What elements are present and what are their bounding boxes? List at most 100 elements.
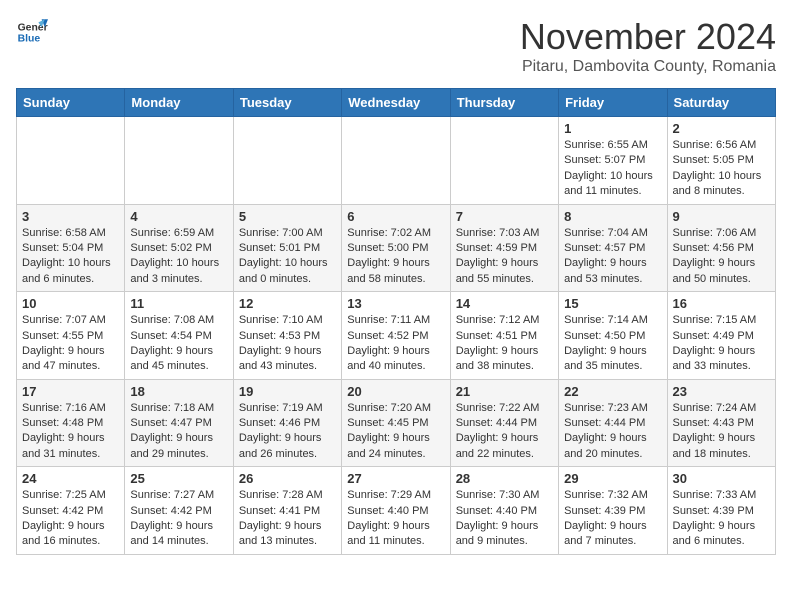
calendar-cell: 26Sunrise: 7:28 AMSunset: 4:41 PMDayligh… (233, 467, 341, 555)
calendar-cell: 7 Sunrise: 7:03 AMSunset: 4:59 PMDaylight… (450, 204, 558, 292)
day-header-monday: Monday (125, 89, 233, 117)
day-info: Sunrise: 7:19 AM (239, 401, 336, 416)
day-number: 5 (239, 209, 336, 224)
day-info: Sunrise: 7:04 AM (564, 226, 661, 241)
day-info: Sunrise: 7:14 AM (564, 313, 661, 328)
day-info: Daylight: 9 hours and 33 minutes. (673, 344, 770, 375)
calendar-cell: 27Sunrise: 7:29 AMSunset: 4:40 PMDayligh… (342, 467, 450, 555)
day-info: Daylight: 9 hours and 11 minutes. (347, 519, 444, 550)
calendar-week-3: 10Sunrise: 7:07 AMSunset: 4:55 PMDayligh… (17, 292, 776, 380)
calendar-week-5: 24Sunrise: 7:25 AMSunset: 4:42 PMDayligh… (17, 467, 776, 555)
day-info: Sunset: 4:59 PM (456, 241, 553, 256)
day-info: Sunrise: 7:12 AM (456, 313, 553, 328)
day-number: 18 (130, 384, 227, 399)
day-info: Sunset: 4:47 PM (130, 416, 227, 431)
calendar-cell: 12Sunrise: 7:10 AMSunset: 4:53 PMDayligh… (233, 292, 341, 380)
day-info: Sunset: 5:02 PM (130, 241, 227, 256)
calendar-cell: 3Sunrise: 6:58 AMSunset: 5:04 PMDaylight… (17, 204, 125, 292)
day-info: Sunset: 4:44 PM (456, 416, 553, 431)
day-number: 25 (130, 471, 227, 486)
day-number: 6 (347, 209, 444, 224)
day-info: Daylight: 9 hours and 22 minutes. (456, 431, 553, 462)
day-info: Sunset: 4:44 PM (564, 416, 661, 431)
day-info: Sunset: 4:42 PM (22, 504, 119, 519)
day-info: Daylight: 9 hours and 14 minutes. (130, 519, 227, 550)
day-number: 15 (564, 296, 661, 311)
calendar-cell: 8 Sunrise: 7:04 AMSunset: 4:57 PMDaylight… (559, 204, 667, 292)
day-info: Sunset: 4:40 PM (347, 504, 444, 519)
day-number: 29 (564, 471, 661, 486)
day-info: Sunrise: 7:24 AM (673, 401, 770, 416)
day-info: Daylight: 10 hours and 8 minutes. (673, 169, 770, 200)
calendar-cell: 17Sunrise: 7:16 AMSunset: 4:48 PMDayligh… (17, 379, 125, 467)
day-info: Daylight: 9 hours and 45 minutes. (130, 344, 227, 375)
calendar-cell: 28Sunrise: 7:30 AMSunset: 4:40 PMDayligh… (450, 467, 558, 555)
day-info: Sunrise: 7:03 AM (456, 226, 553, 241)
day-info: Daylight: 9 hours and 18 minutes. (673, 431, 770, 462)
day-info: Sunset: 5:00 PM (347, 241, 444, 256)
day-number: 28 (456, 471, 553, 486)
day-number: 2 (673, 121, 770, 136)
day-info: Sunset: 5:05 PM (673, 153, 770, 168)
day-info: Sunset: 4:57 PM (564, 241, 661, 256)
day-number: 22 (564, 384, 661, 399)
day-info: Sunrise: 7:20 AM (347, 401, 444, 416)
day-number: 21 (456, 384, 553, 399)
day-header-friday: Friday (559, 89, 667, 117)
calendar-body: 1Sunrise: 6:55 AMSunset: 5:07 PMDaylight… (17, 117, 776, 555)
day-info: Sunrise: 6:59 AM (130, 226, 227, 241)
day-info: Sunrise: 6:58 AM (22, 226, 119, 241)
day-info: Daylight: 9 hours and 55 minutes. (456, 256, 553, 287)
day-info: Sunset: 4:48 PM (22, 416, 119, 431)
calendar-cell: 25Sunrise: 7:27 AMSunset: 4:42 PMDayligh… (125, 467, 233, 555)
day-number: 17 (22, 384, 119, 399)
day-number: 12 (239, 296, 336, 311)
day-info: Sunrise: 7:10 AM (239, 313, 336, 328)
day-number: 4 (130, 209, 227, 224)
day-info: Sunset: 5:07 PM (564, 153, 661, 168)
day-info: Daylight: 9 hours and 35 minutes. (564, 344, 661, 375)
day-info: Daylight: 9 hours and 43 minutes. (239, 344, 336, 375)
day-info: Sunrise: 7:15 AM (673, 313, 770, 328)
day-info: Daylight: 9 hours and 58 minutes. (347, 256, 444, 287)
day-number: 11 (130, 296, 227, 311)
calendar: SundayMondayTuesdayWednesdayThursdayFrid… (16, 88, 776, 555)
day-info: Sunset: 4:54 PM (130, 329, 227, 344)
day-number: 10 (22, 296, 119, 311)
day-info: Sunset: 4:49 PM (673, 329, 770, 344)
calendar-cell: 5Sunrise: 7:00 AMSunset: 5:01 PMDaylight… (233, 204, 341, 292)
day-info: Daylight: 9 hours and 16 minutes. (22, 519, 119, 550)
day-info: Daylight: 9 hours and 38 minutes. (456, 344, 553, 375)
day-info: Daylight: 9 hours and 9 minutes. (456, 519, 553, 550)
day-number: 30 (673, 471, 770, 486)
header: General Blue November 2024 Pitaru, Dambo… (16, 16, 776, 76)
day-info: Sunset: 4:45 PM (347, 416, 444, 431)
calendar-cell: 15 Sunrise: 7:14 AMSunset: 4:50 PMDayligh… (559, 292, 667, 380)
day-info: Sunset: 4:55 PM (22, 329, 119, 344)
calendar-cell: 19Sunrise: 7:19 AMSunset: 4:46 PMDayligh… (233, 379, 341, 467)
day-info: Sunset: 4:50 PM (564, 329, 661, 344)
calendar-cell: 22Sunrise: 7:23 AMSunset: 4:44 PMDayligh… (559, 379, 667, 467)
calendar-cell: 18Sunrise: 7:18 AMSunset: 4:47 PMDayligh… (125, 379, 233, 467)
day-info: Sunrise: 6:56 AM (673, 138, 770, 153)
day-info: Sunset: 4:51 PM (456, 329, 553, 344)
day-number: 1 (564, 121, 661, 136)
day-number: 8 (564, 209, 661, 224)
day-info: Sunset: 4:52 PM (347, 329, 444, 344)
day-number: 9 (673, 209, 770, 224)
day-number: 13 (347, 296, 444, 311)
day-info: Daylight: 9 hours and 7 minutes. (564, 519, 661, 550)
day-info: Daylight: 9 hours and 24 minutes. (347, 431, 444, 462)
day-info: Sunrise: 7:06 AM (673, 226, 770, 241)
day-info: Daylight: 9 hours and 53 minutes. (564, 256, 661, 287)
day-info: Sunrise: 7:28 AM (239, 488, 336, 503)
location-title: Pitaru, Dambovita County, Romania (520, 58, 776, 76)
calendar-week-1: 1Sunrise: 6:55 AMSunset: 5:07 PMDaylight… (17, 117, 776, 205)
calendar-cell (342, 117, 450, 205)
calendar-cell: 13Sunrise: 7:11 AMSunset: 4:52 PMDayligh… (342, 292, 450, 380)
day-number: 7 (456, 209, 553, 224)
day-header-wednesday: Wednesday (342, 89, 450, 117)
day-number: 26 (239, 471, 336, 486)
calendar-cell: 6Sunrise: 7:02 AMSunset: 5:00 PMDaylight… (342, 204, 450, 292)
calendar-cell: 24Sunrise: 7:25 AMSunset: 4:42 PMDayligh… (17, 467, 125, 555)
